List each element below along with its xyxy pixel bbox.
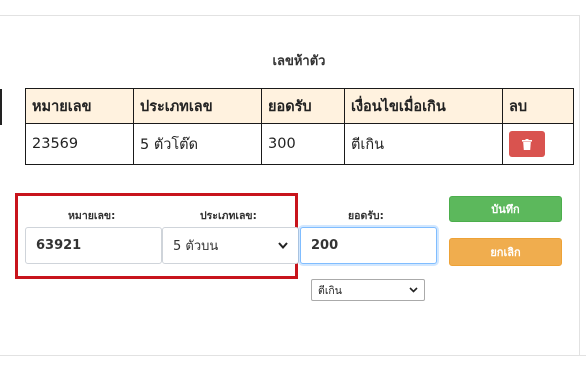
number-label: หมายเลข: (68, 210, 116, 222)
type-select[interactable]: 5 ตัวบน (162, 227, 299, 264)
cancel-button[interactable]: ยกเลิก (449, 238, 562, 266)
number-input[interactable] (25, 227, 162, 264)
save-button[interactable]: บันทึก (449, 196, 562, 222)
amount-input[interactable] (300, 227, 437, 264)
bet-table: หมายเลข ประเภทเลข ยอดรับ เงื่อนไขเมื่อเก… (25, 88, 574, 165)
cell-condition: ตีเกิน (344, 123, 503, 165)
cell-number: 23569 (25, 123, 134, 165)
header-number: หมายเลข (25, 88, 134, 124)
condition-select[interactable]: ตีเกิน (311, 279, 425, 301)
header-amount: ยอดรับ (261, 88, 345, 124)
section-title: เลขห้าตัว (272, 54, 326, 69)
table-header-row: หมายเลข ประเภทเลข ยอดรับ เงื่อนไขเมื่อเก… (25, 88, 574, 124)
chevron-down-icon (409, 287, 418, 293)
cell-delete (502, 123, 574, 165)
table-row: 23569 5 ตัวโต๊ด 300 ตีเกิน (25, 123, 574, 165)
top-divider (0, 15, 580, 16)
type-select-value: 5 ตัวบน (173, 239, 219, 254)
cell-type: 5 ตัวโต๊ด (133, 123, 262, 165)
left-edge-mark (0, 89, 2, 125)
amount-label: ยอดรับ: (348, 210, 384, 222)
delete-button[interactable] (509, 131, 545, 157)
header-type: ประเภทเลข (133, 88, 262, 124)
header-delete: ลบ (502, 88, 574, 124)
chevron-down-icon (278, 242, 288, 249)
condition-select-value: ตีเกิน (318, 284, 342, 297)
trash-icon (522, 138, 532, 150)
header-condition: เงื่อนไขเมื่อเกิน (344, 88, 503, 124)
bottom-divider (0, 355, 586, 356)
type-label: ประเภทเลข: (200, 210, 257, 222)
cell-amount: 300 (261, 123, 345, 165)
